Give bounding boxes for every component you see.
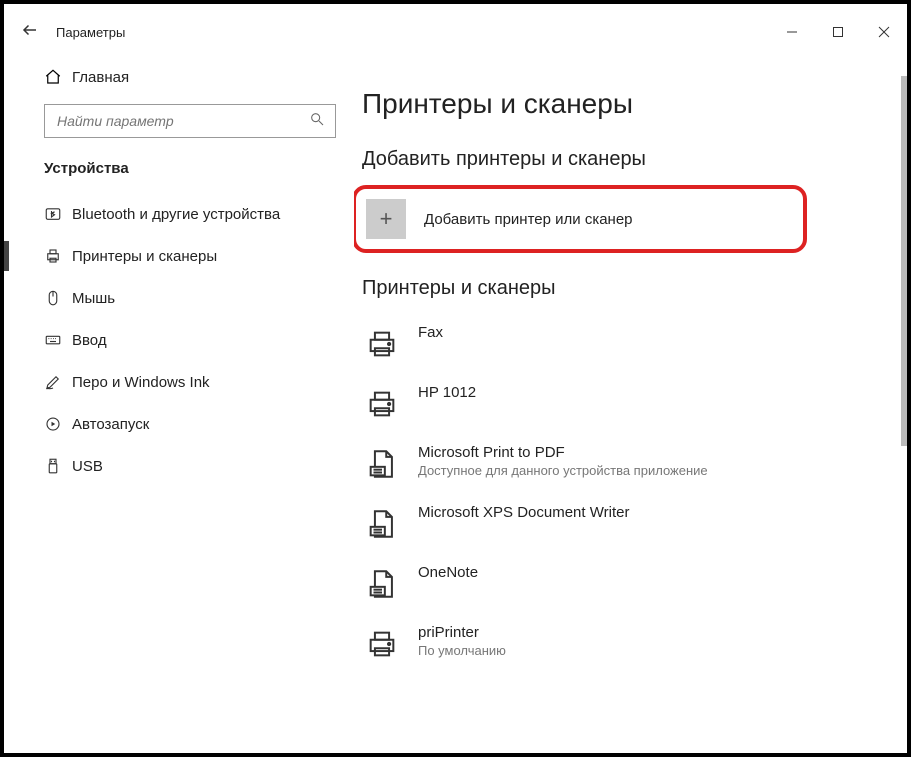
titlebar: Параметры bbox=[4, 10, 907, 54]
printer-icon bbox=[362, 324, 402, 364]
printer-name: HP 1012 bbox=[418, 384, 476, 401]
autoplay-icon bbox=[44, 415, 72, 433]
sidebar-item-typing[interactable]: Ввод bbox=[4, 319, 354, 361]
sidebar-item-label: Ввод bbox=[72, 332, 107, 349]
virtual-printer-icon bbox=[362, 504, 402, 544]
minimize-button[interactable] bbox=[769, 16, 815, 48]
home-label: Главная bbox=[72, 69, 129, 86]
printer-icon bbox=[362, 384, 402, 424]
printer-sub: По умолчанию bbox=[418, 643, 506, 658]
scrollbar-thumb[interactable] bbox=[901, 76, 907, 446]
sidebar-item-mouse[interactable]: Мышь bbox=[4, 277, 354, 319]
pen-icon bbox=[44, 373, 72, 391]
window-title: Параметры bbox=[50, 25, 125, 40]
printer-name: OneNote bbox=[418, 564, 478, 581]
maximize-button[interactable] bbox=[815, 16, 861, 48]
sidebar-section-title: Устройства bbox=[4, 152, 354, 193]
printer-list: Fax HP 1012 Microsoft Pr bbox=[362, 314, 907, 694]
main-panel: Принтеры и сканеры Добавить принтеры и с… bbox=[354, 60, 907, 753]
bluetooth-icon bbox=[44, 205, 72, 223]
printer-item[interactable]: priPrinter По умолчанию bbox=[362, 614, 907, 674]
virtual-printer-icon bbox=[362, 444, 402, 484]
virtual-printer-icon bbox=[362, 564, 402, 604]
sidebar-item-label: Принтеры и сканеры bbox=[72, 248, 217, 265]
scrollbar[interactable] bbox=[897, 76, 907, 749]
search-input-wrap[interactable] bbox=[44, 104, 336, 138]
back-button[interactable] bbox=[10, 21, 50, 44]
printer-name: Fax bbox=[418, 324, 443, 341]
printer-name: Microsoft Print to PDF bbox=[418, 444, 708, 461]
printer-item[interactable]: Fax bbox=[362, 314, 907, 374]
printer-item[interactable]: Microsoft XPS Document Writer bbox=[362, 494, 907, 554]
plus-icon: + bbox=[366, 199, 406, 239]
list-section-title: Принтеры и сканеры bbox=[362, 277, 907, 300]
add-printer-label: Добавить принтер или сканер bbox=[406, 211, 633, 228]
home-link[interactable]: Главная bbox=[4, 60, 354, 94]
sidebar-item-label: Мышь bbox=[72, 290, 115, 307]
printer-name: priPrinter bbox=[418, 624, 506, 641]
sidebar-item-label: USB bbox=[72, 458, 103, 475]
add-printer-button[interactable]: + Добавить принтер или сканер bbox=[366, 199, 793, 239]
sidebar-item-pen[interactable]: Перо и Windows Ink bbox=[4, 361, 354, 403]
search-icon bbox=[309, 111, 325, 132]
home-icon bbox=[44, 68, 72, 86]
close-button[interactable] bbox=[861, 16, 907, 48]
search-input[interactable] bbox=[55, 112, 309, 130]
printer-item[interactable]: OneNote bbox=[362, 554, 907, 614]
sidebar-item-label: Bluetooth и другие устройства bbox=[72, 206, 280, 223]
settings-window: Параметры Главная bbox=[0, 0, 911, 757]
add-section-title: Добавить принтеры и сканеры bbox=[362, 148, 907, 171]
sidebar-item-label: Перо и Windows Ink bbox=[72, 374, 210, 391]
sidebar-item-label: Автозапуск bbox=[72, 416, 149, 433]
keyboard-icon bbox=[44, 331, 72, 349]
sidebar-item-bluetooth[interactable]: Bluetooth и другие устройства bbox=[4, 193, 354, 235]
usb-icon bbox=[44, 457, 72, 475]
printer-sub: Доступное для данного устройства приложе… bbox=[418, 463, 708, 478]
printer-item[interactable]: HP 1012 bbox=[362, 374, 907, 434]
highlighted-add-region: + Добавить принтер или сканер bbox=[354, 185, 807, 253]
sidebar: Главная Устройства Bluetooth и другие ус… bbox=[4, 60, 354, 753]
sidebar-item-usb[interactable]: USB bbox=[4, 445, 354, 487]
printer-name: Microsoft XPS Document Writer bbox=[418, 504, 629, 521]
page-heading: Принтеры и сканеры bbox=[362, 88, 907, 120]
printer-icon bbox=[362, 624, 402, 664]
mouse-icon bbox=[44, 289, 72, 307]
printer-icon bbox=[44, 247, 72, 265]
sidebar-item-autoplay[interactable]: Автозапуск bbox=[4, 403, 354, 445]
printer-item[interactable]: Microsoft Print to PDF Доступное для дан… bbox=[362, 434, 907, 494]
sidebar-item-printers[interactable]: Принтеры и сканеры bbox=[4, 235, 354, 277]
